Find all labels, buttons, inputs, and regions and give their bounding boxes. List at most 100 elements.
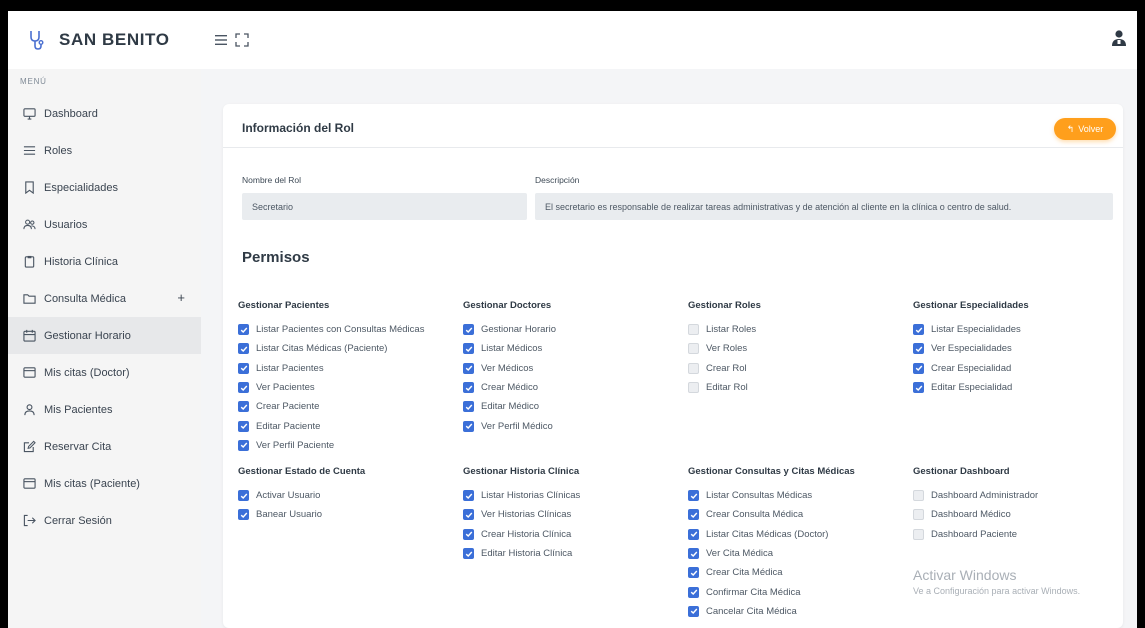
- checkbox-checked[interactable]: [238, 490, 249, 502]
- checkbox-checked[interactable]: [913, 382, 924, 394]
- permission-label: Ver Médicos: [481, 362, 534, 374]
- checkbox-checked[interactable]: [688, 567, 699, 579]
- checkbox-checked[interactable]: [238, 382, 249, 394]
- checkbox-checked[interactable]: [688, 528, 699, 540]
- permission-item: Listar Consultas Médicas: [688, 486, 855, 505]
- permission-item: Ver Roles: [688, 339, 761, 358]
- checkbox-unchecked[interactable]: [688, 324, 699, 336]
- checkbox-checked[interactable]: [913, 362, 924, 374]
- sidebar-item-mis-pacientes[interactable]: Mis Pacientes: [8, 391, 201, 428]
- checkbox-checked[interactable]: [463, 490, 474, 502]
- hamburger-menu-icon[interactable]: [215, 35, 227, 45]
- permission-item: Listar Historias Clínicas: [463, 486, 580, 505]
- sidebar-item-label: Cerrar Sesión: [44, 514, 112, 527]
- permission-label: Gestionar Horario: [481, 324, 556, 336]
- sidebar-item-mis-citas-doctor[interactable]: Mis citas (Doctor): [8, 354, 201, 391]
- checkbox-checked[interactable]: [688, 548, 699, 560]
- sidebar-item-historia-clínica[interactable]: Historia Clínica: [8, 243, 201, 280]
- permission-label: Ver Historias Clínicas: [481, 509, 572, 521]
- checkbox-checked[interactable]: [238, 362, 249, 374]
- checkbox-checked[interactable]: [238, 343, 249, 355]
- checkbox-checked[interactable]: [913, 324, 924, 336]
- permission-label: Dashboard Médico: [931, 509, 1011, 521]
- checkbox-unchecked[interactable]: [688, 362, 699, 374]
- user-account-icon[interactable]: [1111, 29, 1127, 47]
- permission-item: Ver Especialidades: [913, 339, 1029, 358]
- permission-group: Gestionar Doctores Gestionar Horario Lista…: [463, 300, 556, 436]
- menu-title: MENÚ: [20, 77, 47, 86]
- description-field[interactable]: El secretario es responsable de realizar…: [535, 193, 1113, 220]
- calendar-outline-icon: [22, 477, 36, 491]
- permission-item: Listar Médicos: [463, 339, 556, 358]
- permission-item: Listar Pacientes: [238, 359, 424, 378]
- permission-item: Dashboard Administrador: [913, 486, 1038, 505]
- role-name-label: Nombre del Rol: [242, 175, 302, 185]
- app-window: SAN BENITO MENÚ Dashboard Roles Especialid…: [8, 11, 1137, 628]
- permission-label: Banear Usuario: [256, 509, 323, 521]
- permission-item: Banear Usuario: [238, 505, 365, 524]
- fullscreen-icon[interactable]: [235, 33, 249, 47]
- permission-item: Ver Médicos: [463, 359, 556, 378]
- permission-label: Listar Historias Clínicas: [481, 490, 581, 502]
- permission-label: Listar Consultas Médicas: [706, 490, 813, 502]
- sidebar-item-dashboard[interactable]: Dashboard: [8, 95, 201, 132]
- checkbox-checked[interactable]: [238, 420, 249, 432]
- reply-arrow-icon: ↰: [1066, 123, 1075, 134]
- calendar-outline-icon: [22, 366, 36, 380]
- checkbox-unchecked[interactable]: [913, 509, 924, 521]
- checkbox-checked[interactable]: [463, 420, 474, 432]
- checkbox-checked[interactable]: [238, 401, 249, 413]
- checkbox-unchecked[interactable]: [913, 528, 924, 540]
- sidebar-item-mis-citas-paciente[interactable]: Mis citas (Paciente): [8, 465, 201, 502]
- permission-label: Crear Médico: [481, 382, 539, 394]
- checkbox-checked[interactable]: [688, 490, 699, 502]
- permission-item: Crear Especialidad: [913, 359, 1029, 378]
- checkbox-checked[interactable]: [238, 439, 249, 451]
- permission-item: Dashboard Médico: [913, 505, 1038, 524]
- permission-group: Gestionar Dashboard Dashboard Administrad…: [913, 466, 1038, 544]
- checkbox-checked[interactable]: [463, 509, 474, 521]
- sidebar-item-roles[interactable]: Roles: [8, 132, 201, 169]
- checkbox-unchecked[interactable]: [913, 490, 924, 502]
- checkbox-checked[interactable]: [688, 605, 699, 617]
- permission-label: Crear Especialidad: [931, 362, 1012, 374]
- permission-label: Activar Usuario: [256, 490, 321, 502]
- bookmark-icon: [22, 181, 36, 195]
- checkbox-checked[interactable]: [463, 382, 474, 394]
- permission-item: Ver Cita Médica: [688, 544, 855, 563]
- permission-item: Listar Pacientes con Consultas Médicas: [238, 320, 424, 339]
- checkbox-unchecked[interactable]: [688, 343, 699, 355]
- permission-label: Crear Historia Clínica: [481, 528, 572, 540]
- checkbox-checked[interactable]: [688, 509, 699, 521]
- permission-group: Gestionar Roles Listar Roles Ver Roles Crea…: [688, 300, 761, 397]
- checkbox-checked[interactable]: [238, 324, 249, 336]
- permission-group-title: Gestionar Pacientes: [238, 300, 330, 311]
- checkbox-checked[interactable]: [463, 324, 474, 336]
- checkbox-checked[interactable]: [463, 401, 474, 413]
- back-button-label: Volver: [1078, 124, 1104, 134]
- back-button[interactable]: ↰ Volver: [1054, 118, 1116, 140]
- permissions-title: Permisos: [242, 249, 310, 266]
- sidebar-item-reservar-cita[interactable]: Reservar Cita: [8, 428, 201, 465]
- expand-plus-icon[interactable]: +: [177, 290, 185, 305]
- topbar: [201, 11, 1137, 69]
- sidebar-item-especialidades[interactable]: Especialidades: [8, 169, 201, 206]
- brand[interactable]: SAN BENITO: [8, 11, 201, 69]
- checkbox-unchecked[interactable]: [688, 382, 699, 394]
- checkbox-checked[interactable]: [238, 509, 249, 521]
- windows-activation-watermark: Activar Windows Ve a Configuración para …: [913, 567, 1080, 596]
- sidebar-item-gestionar-horario[interactable]: Gestionar Horario: [8, 317, 201, 354]
- permission-item: Crear Historia Clínica: [463, 525, 580, 544]
- checkbox-checked[interactable]: [688, 586, 699, 598]
- checkbox-checked[interactable]: [463, 362, 474, 374]
- sidebar-item-consulta-médica[interactable]: Consulta Médica +: [8, 280, 201, 317]
- permission-item: Editar Paciente: [238, 416, 424, 435]
- checkbox-checked[interactable]: [913, 343, 924, 355]
- role-name-field[interactable]: Secretario: [242, 193, 527, 220]
- sidebar-item-usuarios[interactable]: Usuarios: [8, 206, 201, 243]
- sidebar-item-cerrar-sesión[interactable]: Cerrar Sesión: [8, 502, 201, 539]
- checkbox-checked[interactable]: [463, 528, 474, 540]
- permission-item: Dashboard Paciente: [913, 525, 1038, 544]
- checkbox-checked[interactable]: [463, 548, 474, 560]
- checkbox-checked[interactable]: [463, 343, 474, 355]
